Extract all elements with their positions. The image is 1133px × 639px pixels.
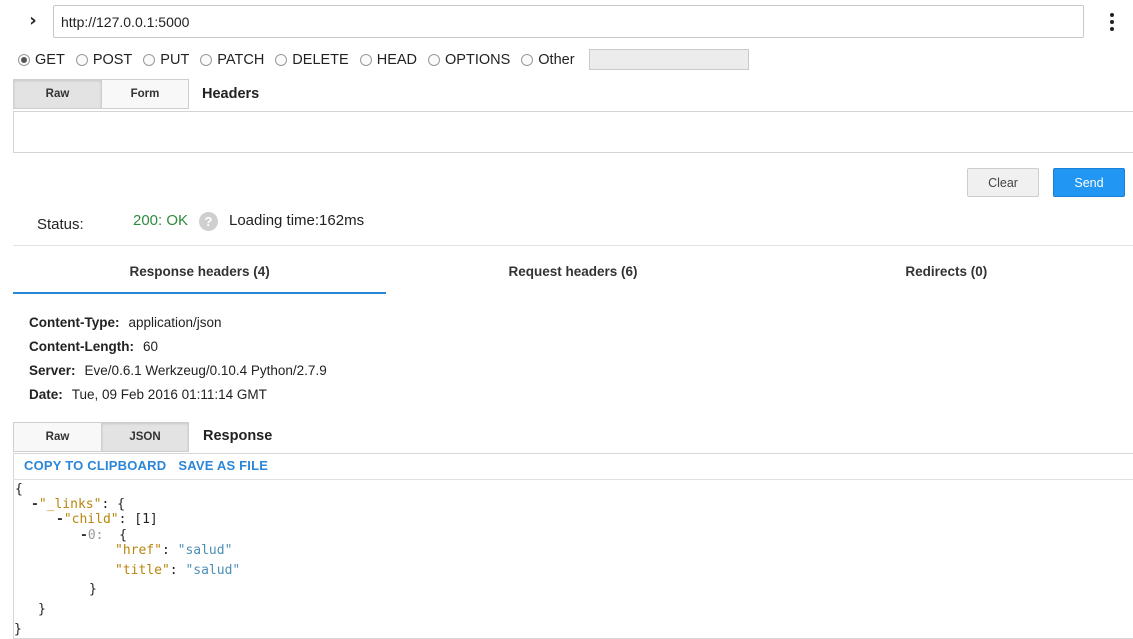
header-name: Server: — [29, 362, 76, 378]
json-array-count: [1] — [134, 512, 158, 527]
method-label: POST — [92, 52, 133, 68]
json-close-brace: } — [38, 602, 46, 617]
json-key: "_links" — [38, 497, 102, 512]
json-line-title: "title": "salud" — [115, 563, 240, 578]
headers-raw-button[interactable]: Raw — [14, 80, 101, 108]
json-brace: { — [117, 497, 125, 512]
json-colon: : — [101, 497, 110, 512]
method-delete[interactable]: DELETE — [275, 52, 349, 68]
json-index: 0: — [87, 528, 104, 543]
radio-icon[interactable] — [359, 54, 372, 66]
method-options[interactable]: OPTIONS — [428, 52, 510, 68]
method-label: GET — [35, 52, 65, 68]
radio-icon[interactable] — [75, 54, 88, 66]
radio-icon[interactable] — [143, 54, 156, 66]
header-value: 60 — [142, 338, 158, 354]
method-label: OPTIONS — [445, 52, 511, 68]
response-info-tabs: Response headers (4) Request headers (6)… — [13, 248, 1133, 294]
response-headers-list: Content-Type: application/json Content-Le… — [29, 310, 327, 406]
radio-icon[interactable] — [428, 54, 441, 66]
method-label: DELETE — [292, 52, 349, 68]
method-selector: GET POST PUT PATCH DELETE HEAD OPTIONS O… — [18, 50, 586, 70]
json-close-brace: } — [14, 622, 22, 637]
header-value: Tue, 09 Feb 2016 01:11:14 GMT — [71, 386, 267, 402]
method-other[interactable]: Other — [521, 52, 575, 68]
collapse-toggle[interactable]: - — [80, 528, 88, 543]
json-close-brace: } — [89, 582, 97, 597]
json-colon: : — [161, 543, 170, 558]
divider — [13, 479, 1133, 480]
method-put[interactable]: PUT — [143, 52, 189, 68]
status-value: 200: OK — [133, 212, 189, 229]
json-key: "title" — [115, 563, 170, 578]
header-name: Content-Length: — [29, 338, 134, 354]
header-row: Content-Type: application/json — [29, 310, 327, 334]
json-brace: { — [119, 528, 127, 543]
chevron-right-icon[interactable]: › — [22, 10, 44, 32]
headers-view-toggle: Raw Form — [13, 79, 189, 109]
header-name: Date: — [29, 386, 63, 402]
header-value: Eve/0.6.1 Werkzeug/0.10.4 Python/2.7.9 — [84, 362, 327, 378]
json-line-links: -"_links": { — [31, 497, 125, 512]
radio-icon[interactable] — [521, 54, 534, 66]
method-label: Other — [538, 52, 575, 68]
radio-icon[interactable] — [275, 54, 288, 66]
json-line-index: -0: { — [80, 528, 127, 543]
tab-response-headers[interactable]: Response headers (4) — [13, 248, 387, 294]
headers-label: Headers — [202, 86, 260, 102]
json-string-value: "salud" — [177, 543, 233, 558]
headers-textarea[interactable] — [13, 111, 1133, 153]
json-key: "child" — [63, 512, 119, 527]
status-label: Status: — [37, 216, 84, 233]
copy-to-clipboard-button[interactable]: COPY TO CLIPBOARD — [24, 458, 166, 473]
collapse-toggle[interactable]: - — [56, 512, 64, 527]
vertical-dots-icon[interactable] — [1102, 10, 1122, 34]
other-method-input[interactable] — [589, 49, 749, 70]
response-raw-button[interactable]: Raw — [14, 423, 101, 451]
json-key: "href" — [115, 543, 162, 558]
loading-time: Loading time:162ms — [229, 212, 365, 229]
url-input[interactable] — [53, 5, 1084, 38]
header-row: Content-Length: 60 — [29, 334, 327, 358]
method-post[interactable]: POST — [75, 52, 133, 68]
method-get[interactable]: GET — [18, 52, 65, 68]
radio-icon[interactable] — [200, 54, 213, 66]
tab-redirects[interactable]: Redirects (0) — [760, 248, 1133, 294]
response-actions: COPY TO CLIPBOARD SAVE AS FILE — [24, 458, 280, 473]
json-colon: : — [169, 563, 178, 578]
method-head[interactable]: HEAD — [359, 52, 418, 68]
radio-icon[interactable] — [18, 54, 30, 66]
method-patch[interactable]: PATCH — [200, 52, 264, 68]
header-row: Date: Tue, 09 Feb 2016 01:11:14 GMT — [29, 382, 327, 406]
method-label: PATCH — [217, 52, 265, 68]
response-json-button[interactable]: JSON — [101, 423, 188, 451]
json-colon: : — [118, 512, 127, 527]
save-as-file-button[interactable]: SAVE AS FILE — [178, 458, 268, 473]
headers-form-button[interactable]: Form — [101, 80, 188, 108]
collapse-toggle[interactable]: - — [31, 497, 39, 512]
header-value: application/json — [128, 314, 222, 330]
json-line-child: -"child": [1] — [56, 512, 158, 527]
tab-request-headers[interactable]: Request headers (6) — [386, 248, 759, 294]
header-name: Content-Type: — [29, 314, 120, 330]
divider — [13, 245, 1133, 246]
json-string-value: "salud" — [185, 563, 241, 578]
response-view-toggle: Raw JSON — [13, 422, 189, 452]
clear-button[interactable]: Clear — [967, 168, 1039, 197]
header-row: Server: Eve/0.6.1 Werkzeug/0.10.4 Python/… — [29, 358, 327, 382]
question-circle-icon[interactable]: ? — [199, 212, 218, 231]
response-label: Response — [203, 428, 273, 444]
json-open-brace: { — [15, 482, 23, 497]
json-line-href: "href": "salud" — [115, 543, 232, 558]
method-label: PUT — [160, 52, 190, 68]
method-label: HEAD — [376, 52, 418, 68]
send-button[interactable]: Send — [1053, 168, 1125, 197]
